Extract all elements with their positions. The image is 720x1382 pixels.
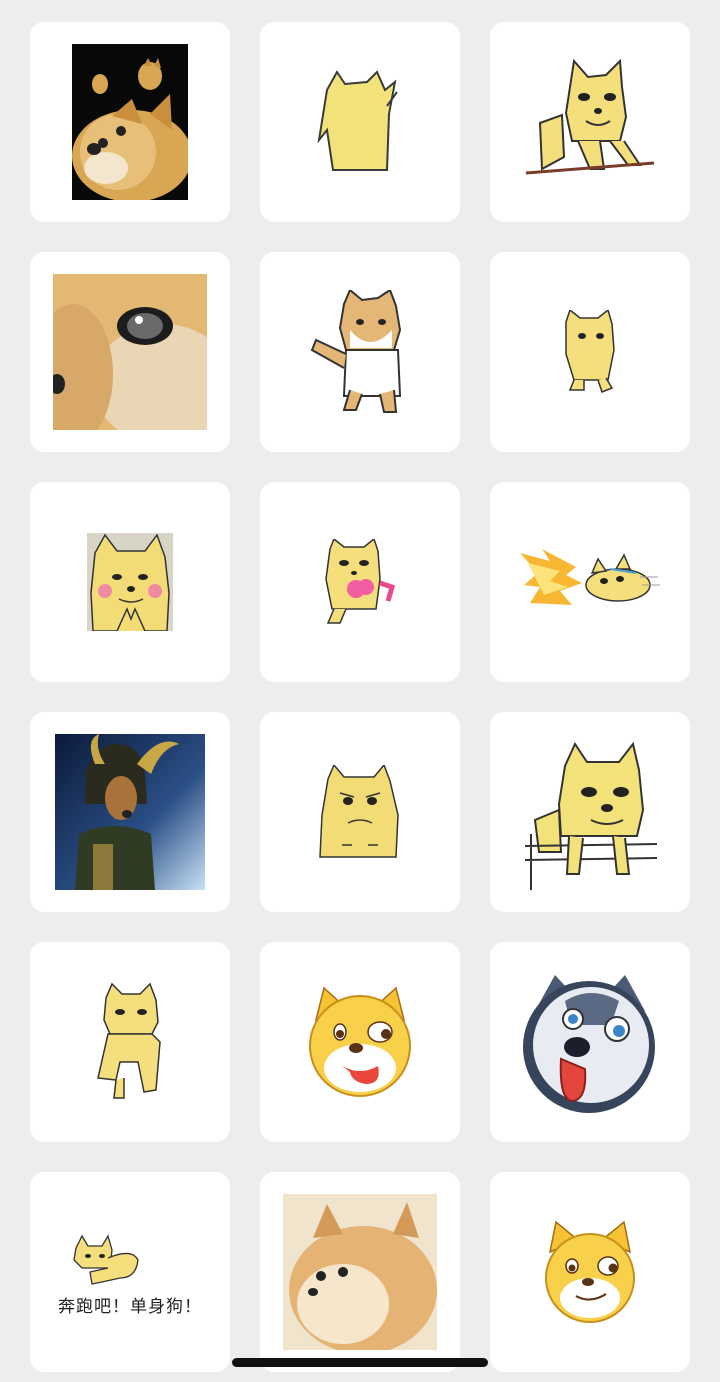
husky-tongue-emoji-sticker-icon [523,975,655,1113]
doge-with-heart-sticker-icon [325,539,396,624]
sticker-tile[interactable] [490,1172,690,1372]
shiba-dancing-sticker-icon [310,290,402,413]
doge-angry-sticker-icon [319,765,399,858]
sticker-tile[interactable] [30,252,230,452]
sticker-caption: 奔跑吧！单身狗！ [58,1297,202,1317]
doge-smirk-emoji-sticker-icon [545,1220,635,1323]
sticker-tile[interactable] [490,482,690,682]
sticker-grid: 奔跑吧！单身狗！ [30,22,691,1372]
sticker-tile[interactable] [30,22,230,222]
sticker-tile[interactable]: 奔跑吧！单身狗！ [30,1172,230,1372]
doge-blushing-sticker-icon [87,533,173,631]
doge-small-walking-sticker-icon [565,310,615,393]
doge-fire-dash-sticker-icon [520,549,660,605]
doge-fluffy-photo-sticker-icon [283,1194,437,1350]
loki-doge-sticker-icon [55,734,205,890]
sticker-tile[interactable] [260,22,460,222]
doge-tongue-emoji-sticker-icon [309,986,411,1097]
doge-running-caption-sticker-icon [73,1234,139,1285]
sticker-tile[interactable] [260,712,460,912]
doge-back-sticker-icon [317,70,398,171]
doge-leaning-fence-sticker-icon [524,741,658,890]
sticker-tile[interactable] [30,942,230,1142]
sticker-tile[interactable] [260,942,460,1142]
doge-photo-sticker-icon [72,44,188,200]
home-indicator[interactable] [232,1358,488,1367]
sticker-tile[interactable] [30,712,230,912]
sticker-tile[interactable] [260,1172,460,1372]
doge-standing-sticker-icon [97,982,161,1099]
doge-at-table-sticker-icon [525,58,655,175]
sticker-tile[interactable] [490,22,690,222]
sticker-tile[interactable] [260,252,460,452]
sticker-tile[interactable] [490,252,690,452]
sticker-tile[interactable] [30,482,230,682]
sticker-tile[interactable] [260,482,460,682]
sticker-tile[interactable] [490,942,690,1142]
sticker-tile[interactable] [490,712,690,912]
doge-eye-closeup-sticker-icon [53,274,207,430]
